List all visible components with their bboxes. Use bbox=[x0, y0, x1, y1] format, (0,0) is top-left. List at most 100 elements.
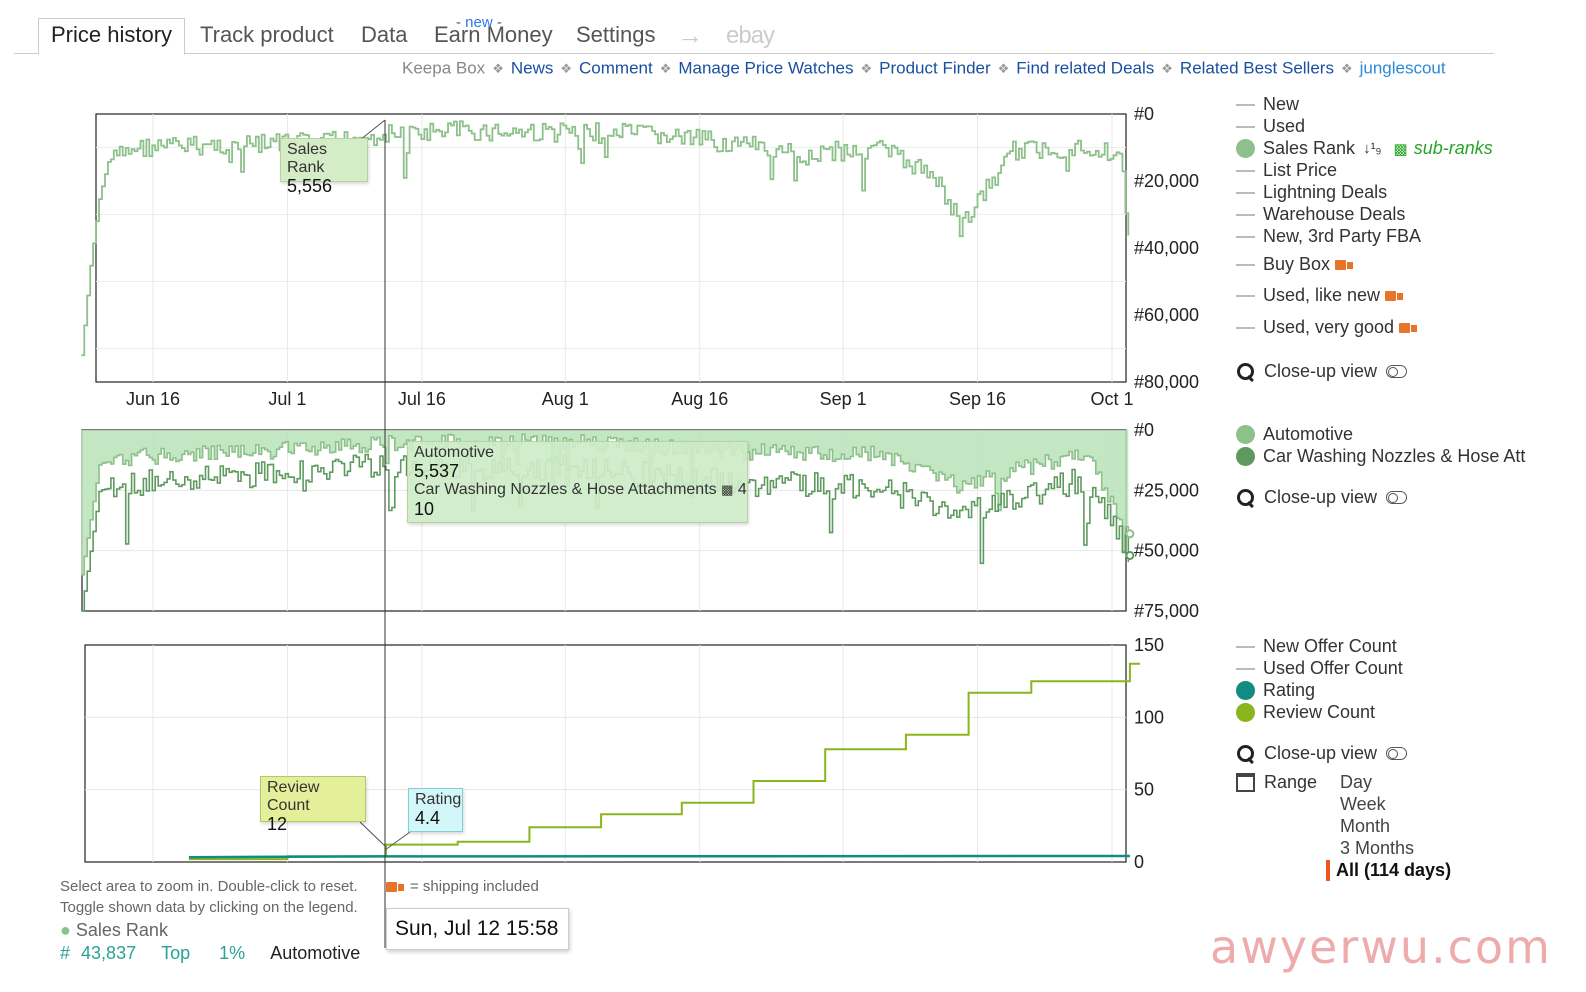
tooltip-value: 5,556 bbox=[287, 176, 333, 196]
legend-item-new[interactable]: New bbox=[1236, 94, 1299, 115]
tooltip-review-count: Review Count 12 bbox=[260, 776, 366, 833]
tooltip-label: Sales Rank bbox=[287, 141, 328, 176]
line-icon bbox=[1236, 326, 1255, 329]
truck-icon bbox=[1385, 287, 1404, 304]
magnifier-icon bbox=[1236, 744, 1256, 764]
magnifier-icon bbox=[1236, 488, 1256, 508]
legend-item-buy-box[interactable]: Buy Box bbox=[1236, 254, 1354, 275]
legend-item-lightning-deals[interactable]: Lightning Deals bbox=[1236, 182, 1387, 203]
y-tick-label: #20,000 bbox=[1134, 171, 1199, 191]
line-icon bbox=[1236, 125, 1255, 128]
range-all[interactable]: All (114 days) bbox=[1326, 860, 1451, 881]
bottom-series-label: ● Sales Rank bbox=[60, 920, 168, 940]
hierarchy-icon: ▩ bbox=[721, 482, 734, 497]
tooltip-value: 10 bbox=[414, 499, 435, 519]
tooltip-value: 5,537 bbox=[414, 461, 460, 481]
x-tick-label: Aug 16 bbox=[671, 389, 728, 409]
dot-icon bbox=[1236, 447, 1255, 466]
legend-item-used-offer-count[interactable]: Used Offer Count bbox=[1236, 658, 1403, 679]
car-washing-end-point bbox=[1125, 550, 1135, 560]
y-tick-label: #40,000 bbox=[1134, 238, 1199, 258]
y-tick-label: #75,000 bbox=[1134, 601, 1199, 621]
bottom-rank-readout: ● Sales Rank # 43,837 Top 1% Automotive bbox=[60, 920, 360, 964]
legend-item-used-like-new[interactable]: Used, like new bbox=[1236, 285, 1404, 306]
legend-item-used-very-good[interactable]: Used, very good bbox=[1236, 317, 1418, 338]
close-up-view-toggle-mid[interactable]: Close-up view bbox=[1236, 487, 1408, 508]
toggle-hint: Toggle shown data by clicking on the leg… bbox=[60, 899, 358, 916]
line-icon bbox=[1236, 191, 1255, 194]
toggle-icon[interactable] bbox=[1386, 747, 1408, 760]
y-tick-label: 50 bbox=[1134, 780, 1154, 800]
hierarchy-icon: ▩ bbox=[1393, 141, 1408, 158]
sub-ranks-link[interactable]: ▩ sub-ranks bbox=[1394, 138, 1493, 159]
range-week[interactable]: Week bbox=[1340, 794, 1386, 815]
legend-item-sales-rank[interactable]: Sales Rank ↓¹₉ ▩ sub-ranks bbox=[1236, 138, 1493, 159]
tooltip-rating: Rating 4.4 bbox=[408, 788, 463, 832]
x-tick-label: Aug 1 bbox=[542, 389, 589, 409]
x-tick-label: Sep 1 bbox=[820, 389, 867, 409]
tooltip-value: 4.4 bbox=[415, 808, 441, 828]
line-icon bbox=[1236, 213, 1255, 216]
line-icon bbox=[1236, 667, 1255, 670]
legend-item-warehouse-deals[interactable]: Warehouse Deals bbox=[1236, 204, 1405, 225]
toggle-icon[interactable] bbox=[1386, 365, 1408, 378]
toggle-icon[interactable] bbox=[1386, 491, 1408, 504]
line-icon bbox=[1236, 103, 1255, 106]
bottom-rank-value: 43,837 bbox=[81, 943, 137, 963]
range-3-months[interactable]: 3 Months bbox=[1340, 838, 1414, 859]
x-tick-label: Jul 1 bbox=[268, 389, 306, 409]
bottom-pct: 1% bbox=[219, 943, 246, 963]
y-tick-label: #0 bbox=[1134, 104, 1154, 124]
legend-item-new-3rd-party-fba[interactable]: New, 3rd Party FBA bbox=[1236, 226, 1421, 247]
dot-icon bbox=[1236, 703, 1255, 722]
date-readout: Sun, Jul 12 15:58 bbox=[386, 908, 569, 950]
legend-item-used[interactable]: Used bbox=[1236, 116, 1305, 137]
bottom-hash: # bbox=[60, 943, 71, 963]
y-tick-label: 150 bbox=[1134, 635, 1164, 655]
magnifier-icon bbox=[1236, 362, 1256, 382]
x-tick-label: Sep 16 bbox=[949, 389, 1006, 409]
bottom-category: Automotive bbox=[270, 943, 361, 963]
y-tick-label: #0 bbox=[1134, 420, 1154, 440]
watermark: awyerwu.com bbox=[1210, 920, 1552, 974]
dot-icon bbox=[1236, 425, 1255, 444]
y-tick-label: #50,000 bbox=[1134, 541, 1199, 561]
dot-icon bbox=[1236, 139, 1255, 158]
legend-item-review-count[interactable]: Review Count bbox=[1236, 702, 1375, 723]
bottom-top-label: Top bbox=[161, 943, 191, 963]
line-icon bbox=[1236, 235, 1255, 238]
x-tick-label: Jun 16 bbox=[126, 389, 180, 409]
zoom-hint: Select area to zoom in. Double-click to … bbox=[60, 878, 358, 895]
line-icon bbox=[1236, 645, 1255, 648]
sort-icon[interactable]: ↓¹₉ bbox=[1363, 140, 1381, 157]
legend-item-list-price[interactable]: List Price bbox=[1236, 160, 1337, 181]
line-icon bbox=[1236, 294, 1255, 297]
line-icon bbox=[1236, 169, 1255, 172]
tooltip-sales-rank: Sales Rank 5,556 bbox=[280, 138, 368, 195]
range-month[interactable]: Month bbox=[1340, 816, 1390, 837]
tooltip-subcategory: Car Washing Nozzles & Hose Attachments ▩… bbox=[414, 481, 747, 498]
truck-icon bbox=[1399, 319, 1418, 336]
tooltip-category-ranks: Automotive 5,537 Car Washing Nozzles & H… bbox=[407, 441, 748, 523]
tooltip-label: Rating bbox=[415, 791, 462, 808]
dot-icon bbox=[1236, 681, 1255, 700]
y-tick-label: 100 bbox=[1134, 707, 1164, 727]
line-icon bbox=[1236, 263, 1255, 266]
shipping-note: = shipping included bbox=[386, 878, 539, 895]
reviews-plot-area bbox=[84, 644, 1127, 863]
sales-rank-plot-area bbox=[95, 113, 1127, 383]
legend-item-automotive[interactable]: Automotive bbox=[1236, 424, 1353, 445]
x-tick-label: Jul 16 bbox=[398, 389, 446, 409]
legend-item-rating[interactable]: Rating bbox=[1236, 680, 1315, 701]
y-tick-label: #25,000 bbox=[1134, 480, 1199, 500]
y-tick-label: #80,000 bbox=[1134, 372, 1199, 392]
rating-line bbox=[188, 854, 1130, 859]
y-tick-label: #60,000 bbox=[1134, 305, 1199, 325]
range-day[interactable]: Day bbox=[1340, 772, 1372, 793]
close-up-view-toggle[interactable]: Close-up view bbox=[1236, 361, 1408, 382]
legend-item-new-offer-count[interactable]: New Offer Count bbox=[1236, 636, 1397, 657]
close-up-view-toggle-bottom[interactable]: Close-up view bbox=[1236, 743, 1408, 764]
automotive-end-point bbox=[1125, 529, 1135, 539]
legend-item-car-washing[interactable]: Car Washing Nozzles & Hose Att bbox=[1236, 446, 1525, 467]
x-tick-label: Oct 1 bbox=[1090, 389, 1133, 409]
